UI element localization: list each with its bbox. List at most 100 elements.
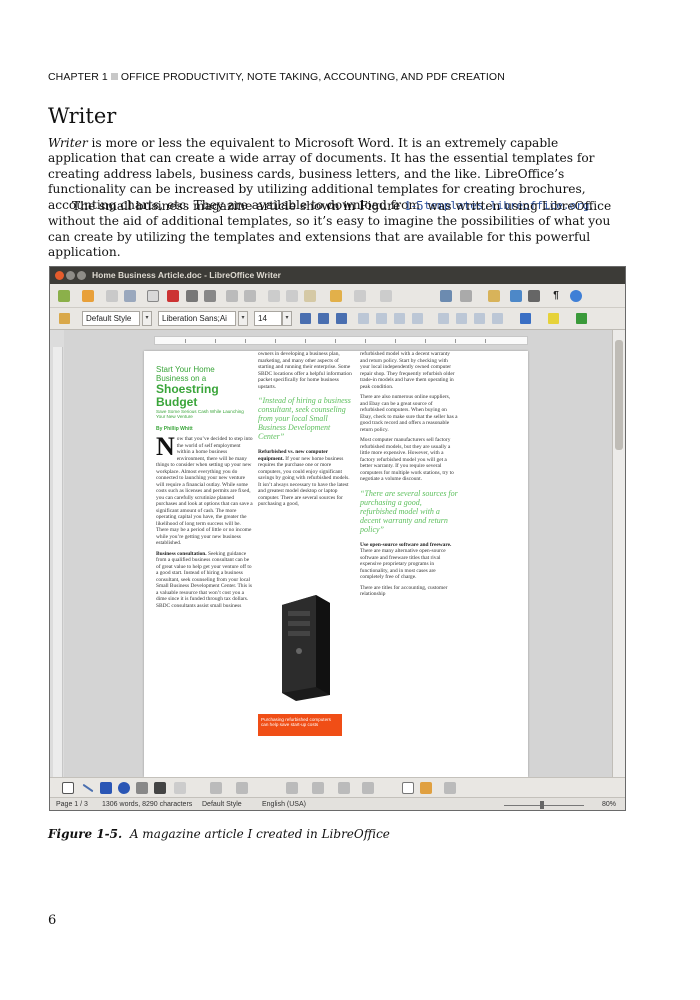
italic-icon[interactable] <box>318 313 329 324</box>
headline-big-2: Budget <box>156 395 198 409</box>
open-folder-icon[interactable] <box>82 290 94 302</box>
edit-file-icon[interactable] <box>147 290 159 302</box>
orange-caption-box: Purchasing refurbished computers can hel… <box>258 714 342 736</box>
hyperlink-icon[interactable] <box>440 290 452 302</box>
standard-toolbar: ¶ <box>50 284 625 308</box>
background-color-icon[interactable] <box>576 313 587 324</box>
align-center-icon[interactable] <box>376 313 387 324</box>
col3-paragraph-3: Most computer manufacturers sell factory… <box>360 437 454 482</box>
email-icon[interactable] <box>124 290 136 302</box>
col3-paragraph-2: There are also numerous online suppliers… <box>360 394 458 433</box>
save-icon[interactable] <box>106 290 118 302</box>
print-preview-icon[interactable] <box>204 290 216 302</box>
select-arrow-icon[interactable] <box>62 782 74 794</box>
styles-icon[interactable] <box>59 313 70 324</box>
figure-reference-link[interactable]: 1-5 <box>404 199 424 213</box>
pull-quote-1: “Instead of hiring a business consultant… <box>258 396 351 441</box>
writer-term: Writer <box>48 136 88 150</box>
callouts-icon[interactable] <box>338 782 350 794</box>
bullets-icon[interactable] <box>456 313 467 324</box>
increase-indent-icon[interactable] <box>492 313 503 324</box>
close-icon[interactable] <box>55 271 64 280</box>
extrusion-icon[interactable] <box>444 782 456 794</box>
col3-end-paragraph: There are titles for accounting, custome… <box>360 584 448 598</box>
scrollbar-thumb[interactable] <box>615 340 623 450</box>
block-arrows-icon[interactable] <box>286 782 298 794</box>
numbering-icon[interactable] <box>438 313 449 324</box>
help-icon[interactable] <box>570 290 582 302</box>
paragraph-2-before: The small business magazine article show… <box>72 199 405 213</box>
zoom-slider-thumb[interactable] <box>540 801 544 809</box>
callout-icon[interactable] <box>174 782 186 794</box>
copy-icon[interactable] <box>286 290 298 302</box>
fontwork-icon[interactable] <box>402 782 414 794</box>
paste-icon[interactable] <box>304 290 316 302</box>
chapter-label: CHAPTER 1 <box>48 71 108 83</box>
refurbished-paragraph: Refurbished vs. new computer equipment. … <box>258 449 354 508</box>
justify-icon[interactable] <box>412 313 423 324</box>
basic-shapes-icon[interactable] <box>210 782 222 794</box>
font-size-dropdown[interactable]: ▾ <box>282 311 292 326</box>
font-name-dropdown[interactable]: ▾ <box>238 311 248 326</box>
font-size-select[interactable]: 14 <box>254 311 282 326</box>
font-name-select[interactable]: Liberation Sans;Ai <box>158 311 236 326</box>
spellcheck-icon[interactable] <box>226 290 238 302</box>
ellipse-icon[interactable] <box>118 782 130 794</box>
zoom-slider[interactable] <box>504 805 584 806</box>
autospell-icon[interactable] <box>244 290 256 302</box>
status-zoom: 80% <box>602 801 617 808</box>
gallery-icon[interactable] <box>528 290 540 302</box>
minimize-icon[interactable] <box>66 271 75 280</box>
byline: By Phillip Whitt <box>156 425 193 432</box>
figure-caption-text: A magazine article I created in LibreOff… <box>129 827 390 841</box>
section-title: Writer <box>48 104 117 128</box>
from-file-icon[interactable] <box>420 782 432 794</box>
maximize-icon[interactable] <box>77 271 86 280</box>
cut-icon[interactable] <box>268 290 280 302</box>
align-right-icon[interactable] <box>394 313 405 324</box>
formatting-marks-icon[interactable]: ¶ <box>550 290 562 302</box>
status-words: 1306 words, 8290 characters <box>102 801 193 808</box>
vertical-ruler <box>53 347 63 777</box>
document-page[interactable]: Start Your Home Business on a Shoestring… <box>144 351 528 777</box>
decrease-indent-icon[interactable] <box>474 313 485 324</box>
export-pdf-icon[interactable] <box>167 290 179 302</box>
align-left-icon[interactable] <box>358 313 369 324</box>
vertical-scrollbar[interactable] <box>612 330 625 777</box>
underline-icon[interactable] <box>336 313 347 324</box>
redo-icon[interactable] <box>380 290 392 302</box>
table-icon[interactable] <box>460 290 472 302</box>
horizontal-ruler[interactable] <box>154 336 528 345</box>
computer-tower-image <box>282 595 330 701</box>
symbol-shapes-icon[interactable] <box>236 782 248 794</box>
new-document-icon[interactable] <box>58 290 70 302</box>
navigator-icon[interactable] <box>510 290 522 302</box>
subhead: Save Some Serious Cash While Launching Y… <box>156 409 244 420</box>
undo-icon[interactable] <box>354 290 366 302</box>
freeform-icon[interactable] <box>136 782 148 794</box>
rectangle-icon[interactable] <box>100 782 112 794</box>
col2-top-paragraph: owners in developing a business plan, ma… <box>258 351 352 390</box>
text-icon[interactable] <box>154 782 166 794</box>
consultation-paragraph: Business consultation. Seeking guidance … <box>156 551 254 610</box>
paragraph-style-select[interactable]: Default Style <box>82 311 140 326</box>
paragraph-style-dropdown[interactable]: ▾ <box>142 311 152 326</box>
stars-icon[interactable] <box>362 782 374 794</box>
highlighting-icon[interactable] <box>548 313 559 324</box>
status-bar: Page 1 / 3 1306 words, 8290 characters D… <box>50 797 625 810</box>
libreoffice-screenshot: Home Business Article.doc - LibreOffice … <box>49 266 626 811</box>
formatting-toolbar: Default Style ▾ Liberation Sans;Ai ▾ 14 … <box>50 308 625 330</box>
refurbished-text: If your new home business requires the p… <box>258 455 350 508</box>
font-color-icon[interactable] <box>520 313 531 324</box>
col3-top-paragraph: refurbished model with a decent warranty… <box>360 351 455 390</box>
drawing-toolbar <box>50 777 625 797</box>
print-icon[interactable] <box>186 290 198 302</box>
image-icon[interactable] <box>488 290 500 302</box>
paragraph-2: The small business magazine article show… <box>48 199 626 261</box>
bold-icon[interactable] <box>300 313 311 324</box>
clone-formatting-icon[interactable] <box>330 290 342 302</box>
flowchart-icon[interactable] <box>312 782 324 794</box>
line-icon[interactable] <box>82 783 94 793</box>
separator-square <box>110 73 118 80</box>
intro-paragraph: Now that you’ve decided to step into the… <box>156 434 254 547</box>
